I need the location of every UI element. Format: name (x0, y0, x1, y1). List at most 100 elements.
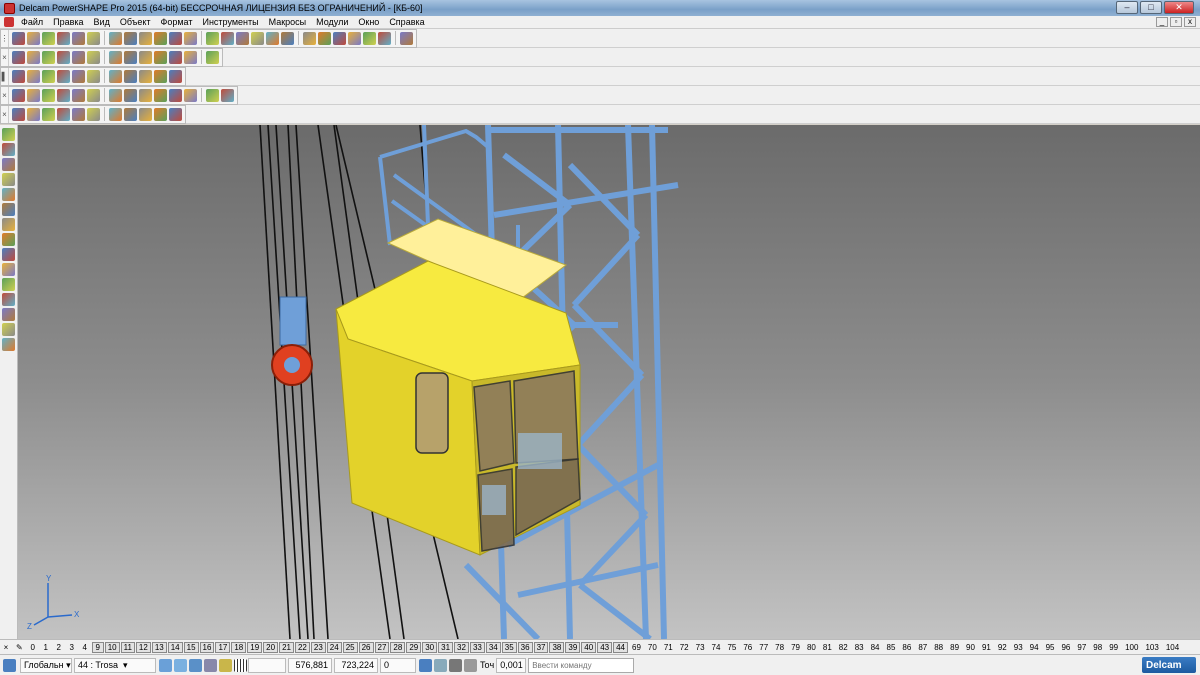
menu-edit[interactable]: Правка (48, 17, 88, 27)
gear-icon[interactable] (169, 107, 182, 121)
lock-icon[interactable] (204, 658, 217, 672)
level-icon[interactable] (12, 69, 25, 83)
zoom-in-icon[interactable] (109, 50, 122, 64)
level-button[interactable]: 79 (788, 642, 803, 653)
curvature-icon[interactable] (57, 107, 70, 121)
level-button[interactable]: 72 (677, 642, 692, 653)
level-button[interactable]: 89 (947, 642, 962, 653)
level-button[interactable]: 35 (501, 641, 517, 653)
level-button[interactable]: 3 (66, 642, 78, 653)
sphere-icon[interactable] (87, 69, 100, 83)
section-icon[interactable] (87, 107, 100, 121)
level-button[interactable]: 71 (661, 642, 676, 653)
assembly-icon[interactable] (154, 107, 167, 121)
render-icon[interactable] (139, 107, 152, 121)
redo-icon[interactable] (206, 31, 219, 45)
doc-close-button[interactable]: x (1184, 17, 1196, 27)
light-icon[interactable] (184, 50, 197, 64)
level-button[interactable]: 33 (469, 641, 485, 653)
view-top-icon[interactable] (12, 50, 25, 64)
circle-icon[interactable] (281, 31, 294, 45)
surface-icon[interactable] (333, 31, 346, 45)
level-button[interactable]: 10 (104, 641, 120, 653)
level-button[interactable]: 94 (1027, 642, 1042, 653)
print-icon[interactable] (72, 31, 85, 45)
drag-icon[interactable] (2, 158, 15, 171)
pattern-icon[interactable] (124, 88, 137, 102)
save-icon[interactable] (42, 31, 55, 45)
copy-icon[interactable] (124, 31, 137, 45)
level-button[interactable]: 32 (454, 641, 469, 653)
thicken-icon[interactable] (169, 88, 182, 102)
level-button[interactable]: 82 (836, 642, 851, 653)
shell-icon[interactable] (72, 88, 85, 102)
cut-icon[interactable] (109, 31, 122, 45)
level-button[interactable]: 97 (1074, 642, 1089, 653)
document-icon[interactable] (4, 17, 14, 27)
level-button[interactable]: 34 (485, 641, 501, 653)
color-red-icon[interactable] (42, 69, 55, 83)
level-button[interactable]: 24 (326, 641, 342, 653)
toolbar-grip[interactable]: ▌ (1, 67, 9, 85)
shade-icon[interactable] (154, 50, 167, 64)
measure-icon[interactable] (27, 107, 40, 121)
level-button[interactable]: 103 (1142, 642, 1161, 653)
color-green-icon[interactable] (57, 69, 70, 83)
save-as-icon[interactable] (57, 31, 70, 45)
solid-icon[interactable] (348, 31, 361, 45)
paint-icon[interactable] (2, 263, 15, 276)
fillet-icon[interactable] (12, 88, 25, 102)
menu-object[interactable]: Объект (115, 17, 156, 27)
export-icon[interactable] (124, 107, 137, 121)
level-button[interactable]: 93 (1011, 642, 1026, 653)
level-button[interactable]: 80 (804, 642, 819, 653)
level-button[interactable]: 104 (1163, 642, 1182, 653)
pointer-icon[interactable] (206, 50, 219, 64)
level-button[interactable]: 25 (342, 641, 358, 653)
level-button[interactable]: 14 (167, 641, 183, 653)
cut-solid-icon[interactable] (42, 88, 55, 102)
level-button[interactable]: 17 (215, 641, 231, 653)
level-button[interactable]: 75 (724, 642, 739, 653)
curve-icon[interactable] (303, 31, 316, 45)
dimension-icon[interactable] (236, 31, 249, 45)
thickness-icon[interactable] (72, 107, 85, 121)
menu-modules[interactable]: Модули (311, 17, 353, 27)
toolbar-grip[interactable]: ⋮ (1, 29, 9, 47)
minimize-button[interactable]: – (1116, 1, 1138, 14)
color-yellow-icon[interactable] (72, 69, 85, 83)
level-button[interactable]: 36 (517, 641, 533, 653)
level-button[interactable]: 88 (931, 642, 946, 653)
level-button[interactable]: 73 (693, 642, 708, 653)
arc-icon[interactable] (266, 31, 279, 45)
level-button[interactable]: 0 (27, 642, 39, 653)
tree-icon[interactable] (2, 233, 15, 246)
layer-icon[interactable] (2, 218, 15, 231)
solid-left-icon[interactable] (2, 293, 15, 306)
level-button[interactable]: 4 (79, 642, 91, 653)
extrude-icon[interactable] (139, 69, 152, 83)
level-button[interactable]: 27 (374, 641, 390, 653)
level-select[interactable]: 44 : Trosa ▾ (74, 657, 156, 673)
level-button[interactable]: 39 (565, 641, 581, 653)
tolerance-value[interactable]: 0,001 (496, 657, 527, 673)
view-cube-icon[interactable] (2, 143, 15, 156)
redo-left-icon[interactable] (2, 203, 15, 216)
wireframe-view-icon[interactable] (169, 50, 182, 64)
delete-icon[interactable] (169, 31, 182, 45)
level-button[interactable]: 31 (438, 641, 454, 653)
zoom-all-icon[interactable] (57, 50, 70, 64)
undo-icon[interactable] (184, 31, 197, 45)
workplane-select[interactable]: Глобальн ▾ (20, 657, 72, 673)
revolve-icon[interactable] (154, 69, 167, 83)
morph-icon[interactable] (206, 88, 219, 102)
properties-icon[interactable] (2, 248, 15, 261)
level-button[interactable]: 83 (852, 642, 867, 653)
smooth-icon[interactable] (42, 107, 55, 121)
color-icon[interactable] (2, 323, 15, 336)
level-button[interactable]: 100 (1122, 642, 1141, 653)
level-button[interactable]: 98 (1090, 642, 1105, 653)
sweep-icon[interactable] (169, 69, 182, 83)
toolbar-close[interactable]: × (1, 48, 9, 66)
surface-left-icon[interactable] (2, 278, 15, 291)
